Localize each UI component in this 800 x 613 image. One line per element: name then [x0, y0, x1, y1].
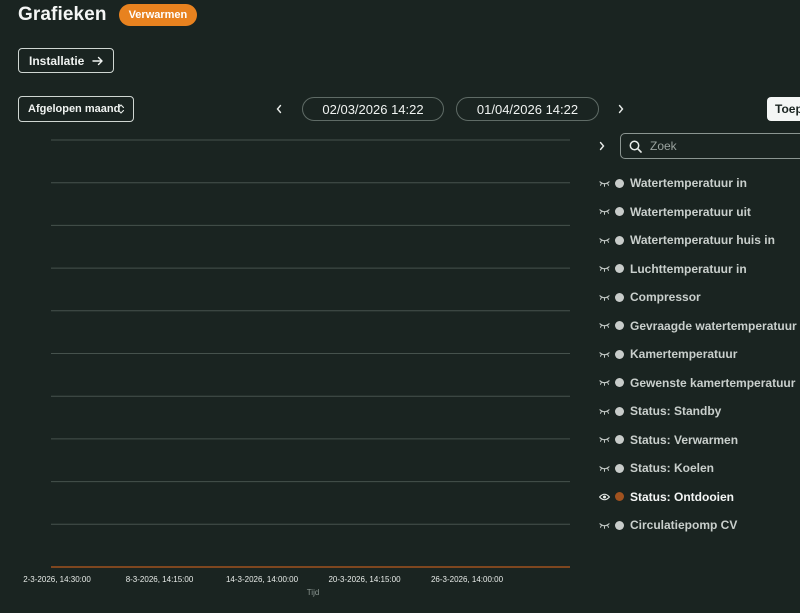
eye-closed-icon[interactable]: [598, 462, 610, 474]
chevron-right-icon: [599, 141, 605, 151]
series-search[interactable]: [620, 133, 800, 159]
x-tick-label: 20-3-2026, 14:15:00: [328, 575, 401, 584]
series-label: Status: Koelen: [630, 461, 715, 476]
eye-closed-icon[interactable]: [598, 434, 610, 446]
apply-label: Toep: [775, 102, 800, 116]
series-color-dot: [615, 321, 624, 331]
period-select-value: Afgelopen maand: [28, 103, 121, 115]
eye-closed-icon[interactable]: [598, 234, 610, 246]
series-color-dot: [615, 406, 624, 416]
x-tick-label: 14-3-2026, 14:00:00: [225, 575, 299, 584]
series-item[interactable]: Watertemperatuur huis in: [598, 226, 797, 255]
series-label: Kamertemperatuur: [630, 347, 738, 362]
search-input[interactable]: [648, 138, 800, 154]
mode-badge: Verwarmen: [118, 4, 198, 26]
series-label: Status: Standby: [630, 404, 722, 419]
series-color-dot: [615, 520, 624, 530]
series-label: Compressor: [630, 290, 701, 305]
x-axis-label: Tijd: [306, 588, 320, 597]
eye-closed-icon[interactable]: [598, 291, 610, 303]
series-item[interactable]: Status: Standby: [598, 397, 797, 426]
series-color-dot: [615, 235, 624, 245]
series-item[interactable]: Luchttemperatuur in: [598, 255, 797, 284]
x-tick-label: 2-3-2026, 14:30:00: [23, 575, 91, 584]
x-tick-label: 26-3-2026, 14:00:00: [430, 575, 504, 584]
chevron-left-icon: [276, 104, 282, 114]
eye-closed-icon[interactable]: [598, 263, 610, 275]
series-item[interactable]: Gewenste kamertemperatuur: [598, 369, 797, 398]
previous-period-button[interactable]: [271, 101, 287, 117]
series-label: Watertemperatuur in: [630, 176, 747, 191]
date-from-field[interactable]: 02/03/2026 14:22: [302, 97, 444, 121]
chevron-up-down-icon: [117, 104, 125, 114]
series-label: Gevraagde watertemperatuur: [630, 318, 797, 333]
series-label: Watertemperatuur huis in: [630, 233, 775, 248]
series-list: Watertemperatuur in Watertemperatuur uit W…: [598, 169, 797, 540]
series-item[interactable]: Gevraagde watertemperatuur: [598, 312, 797, 341]
installatie-button[interactable]: Installatie: [18, 48, 114, 73]
collapse-sidebar-button[interactable]: [594, 138, 610, 154]
installatie-label: Installatie: [29, 53, 85, 68]
series-item[interactable]: Status: Koelen: [598, 454, 797, 483]
header: Grafieken Verwarmen: [18, 2, 198, 28]
period-select[interactable]: Afgelopen maand: [18, 96, 134, 122]
series-item[interactable]: Compressor: [598, 283, 797, 312]
next-period-button[interactable]: [613, 101, 629, 117]
eye-icon[interactable]: [598, 491, 610, 503]
series-color-dot: [615, 492, 624, 502]
series-color-dot: [615, 435, 624, 445]
series-label: Luchttemperatuur in: [630, 261, 747, 276]
series-color-dot: [615, 463, 624, 473]
series-item[interactable]: Kamertemperatuur: [598, 340, 797, 369]
series-item[interactable]: Circulatiepomp CV: [598, 511, 797, 540]
eye-closed-icon[interactable]: [598, 377, 610, 389]
series-item[interactable]: Watertemperatuur in: [598, 169, 797, 198]
series-label: Gewenste kamertemperatuur: [630, 375, 796, 390]
page-title: Grafieken: [18, 4, 107, 25]
series-color-dot: [615, 178, 624, 188]
series-label: Status: Ontdooien: [630, 489, 734, 504]
series-color-dot: [615, 207, 624, 217]
series-color-dot: [615, 292, 624, 302]
eye-closed-icon[interactable]: [598, 519, 610, 531]
series-item[interactable]: Watertemperatuur uit: [598, 198, 797, 227]
x-tick-label: 8-3-2026, 14:15:00: [125, 575, 194, 584]
chart-plot: [51, 139, 570, 568]
chart: 2-3-2026, 14:30:00 8-3-2026, 14:15:00 14-3…: [0, 130, 590, 613]
series-label: Watertemperatuur uit: [630, 204, 751, 219]
arrow-right-icon: [92, 56, 104, 65]
chevron-right-icon: [618, 104, 624, 114]
search-icon: [629, 140, 642, 153]
date-to-value: 01/04/2026 14:22: [476, 101, 579, 117]
eye-closed-icon[interactable]: [598, 320, 610, 332]
series-item[interactable]: Status: Verwarmen: [598, 426, 797, 455]
series-label: Circulatiepomp CV: [630, 518, 738, 533]
date-from-value: 02/03/2026 14:22: [322, 101, 424, 117]
eye-closed-icon[interactable]: [598, 405, 610, 417]
eye-closed-icon[interactable]: [598, 206, 610, 218]
date-to-field[interactable]: 01/04/2026 14:22: [456, 97, 599, 121]
eye-closed-icon[interactable]: [598, 348, 610, 360]
series-color-dot: [615, 378, 624, 388]
eye-closed-icon[interactable]: [598, 177, 610, 189]
series-color-dot: [615, 264, 624, 274]
series-item[interactable]: Status: Ontdooien: [598, 483, 797, 512]
series-color-dot: [615, 349, 624, 359]
series-label: Status: Verwarmen: [630, 432, 739, 447]
apply-button[interactable]: Toep: [767, 97, 800, 121]
